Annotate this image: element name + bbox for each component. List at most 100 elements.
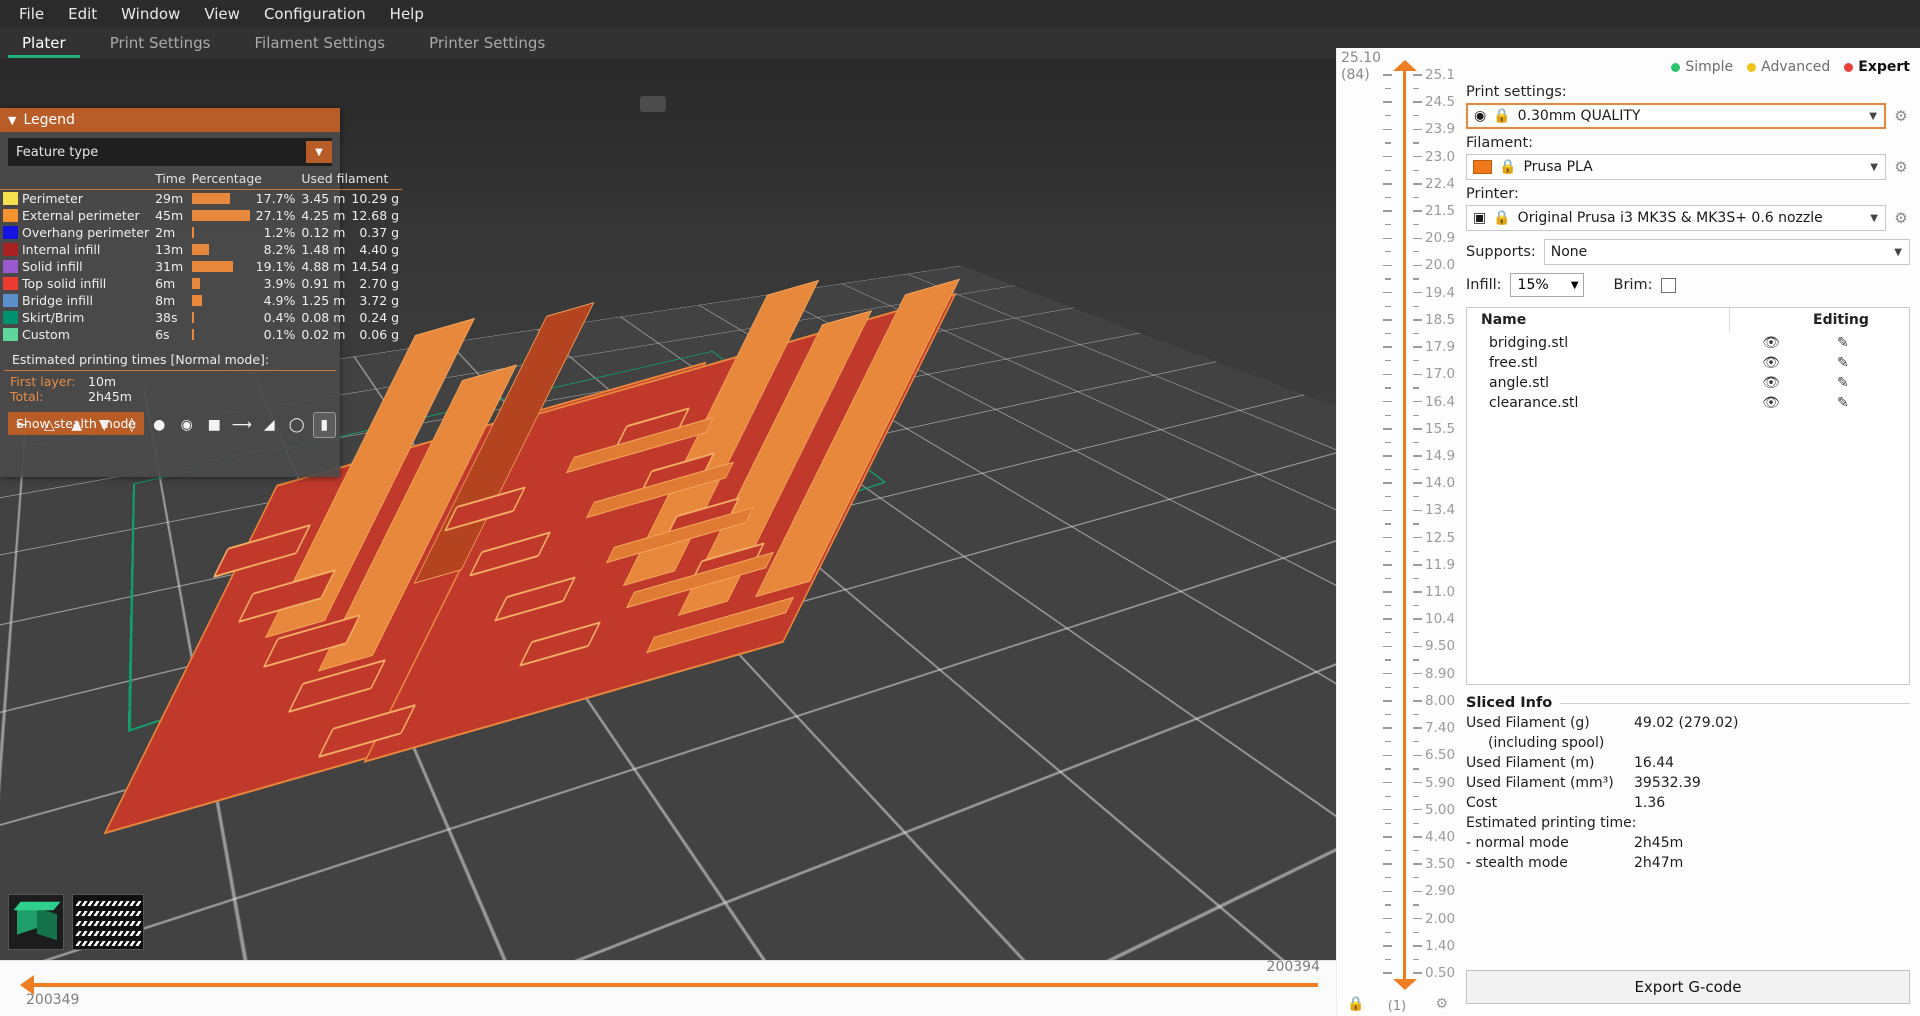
edit-icon[interactable]: ✎ — [1799, 373, 1909, 393]
chevron-down-icon[interactable]: ▼ — [306, 141, 332, 163]
wipe-icon[interactable]: ◢ — [258, 412, 282, 438]
legend-pct-bar — [191, 261, 233, 272]
color-change-icon[interactable]: ◉ — [175, 412, 199, 438]
layer-tick: 17.90 — [1337, 339, 1464, 355]
gear-icon[interactable]: ⚙ — [1435, 996, 1448, 1012]
layer-tick: 8.90 — [1337, 666, 1457, 682]
total-time-value: 2h45m — [88, 389, 132, 404]
move-slider-track[interactable] — [34, 983, 1318, 987]
object-name[interactable]: bridging.stl — [1467, 333, 1729, 354]
chevron-down-icon[interactable]: ▼ — [1894, 247, 1905, 258]
object-name[interactable]: free.stl — [1467, 353, 1729, 373]
legend-pct-bar-cell — [189, 326, 253, 343]
layer-slider-lower-handle[interactable] — [1393, 979, 1417, 990]
legend-pct-bar — [191, 329, 194, 340]
print-settings-combo[interactable]: ◉ 🔒 0.30mm QUALITY ▼ — [1466, 103, 1886, 129]
chevron-down-icon[interactable]: ▼ — [1571, 280, 1579, 291]
mode-simple[interactable]: Simple — [1671, 59, 1733, 75]
filament-combo[interactable]: 🔒 Prusa PLA ▼ — [1466, 154, 1886, 180]
retraction-icon[interactable]: ● — [148, 412, 172, 438]
legend-row: Custom 6s 0.1% 0.02 m 0.06 g — [0, 326, 402, 343]
mode-expert[interactable]: Expert — [1844, 59, 1910, 75]
collapse-caret-icon[interactable]: ▼ — [8, 114, 16, 127]
table-row[interactable]: bridging.stl 👁 ✎ — [1467, 333, 1909, 354]
chevron-down-icon[interactable]: ▼ — [1870, 162, 1881, 173]
legend-filament-mass: 4.40 g — [359, 242, 400, 257]
shell-icon[interactable]: ◊ — [120, 412, 144, 438]
eye-icon[interactable]: 👁 — [1729, 393, 1799, 413]
sliced-info-row: Used Filament (mm³) 39532.39 — [1466, 775, 1910, 791]
chevron-down-icon[interactable]: ▼ — [1870, 213, 1881, 224]
legend-color-swatch — [3, 294, 18, 307]
infill-combo[interactable]: 15% ▼ — [1509, 273, 1584, 297]
eye-icon[interactable]: 👁 — [1729, 373, 1799, 393]
tab-printer-settings[interactable]: Printer Settings — [407, 28, 567, 58]
printer-row: ▣ 🔒 Original Prusa i3 MK3S & MK3S+ 0.6 n… — [1466, 205, 1910, 231]
printer-value: Original Prusa i3 MK3S & MK3S+ 0.6 nozzl… — [1517, 210, 1823, 226]
solid-view-cube[interactable] — [8, 894, 64, 950]
brim-checkbox[interactable] — [1660, 277, 1676, 293]
menu-item-window[interactable]: Window — [110, 1, 191, 27]
eye-icon[interactable]: 👁 — [1729, 353, 1799, 373]
menu-item-view[interactable]: View — [193, 1, 251, 27]
menu-item-configuration[interactable]: Configuration — [253, 1, 377, 27]
legend-toggle-icon[interactable]: ▮ — [312, 412, 336, 438]
table-row[interactable]: clearance.stl 👁 ✎ — [1467, 393, 1909, 413]
object-name[interactable]: clearance.stl — [1467, 393, 1729, 413]
tab-filament-settings[interactable]: Filament Settings — [232, 28, 407, 58]
edit-icon[interactable]: ✎ — [1799, 393, 1909, 413]
legend-col-used-filament: Used filament — [301, 171, 389, 186]
printer-combo[interactable]: ▣ 🔒 Original Prusa i3 MK3S & MK3S+ 0.6 n… — [1466, 205, 1886, 231]
legend-header[interactable]: ▼ Legend — [0, 108, 340, 132]
printer-gear-icon[interactable]: ⚙ — [1892, 209, 1910, 227]
arrow-left-icon[interactable]: ← — [10, 412, 34, 438]
object-name[interactable]: angle.stl — [1467, 373, 1729, 393]
mode-selector[interactable]: Simple Advanced Expert — [1466, 56, 1910, 78]
legend-filament-mass: 12.68 g — [351, 208, 400, 223]
menu-item-edit[interactable]: Edit — [57, 1, 108, 27]
view-type-combo[interactable]: Feature type ▼ — [8, 138, 332, 166]
table-row[interactable]: free.stl 👁 ✎ — [1467, 353, 1909, 373]
mode-advanced[interactable]: Advanced — [1747, 59, 1830, 75]
filament-gear-icon[interactable]: ⚙ — [1892, 158, 1910, 176]
chevron-down-icon[interactable]: ▼ — [1869, 111, 1880, 122]
layer-tick: 23.90 — [1337, 121, 1464, 137]
sliced-info-row: Used Filament (m) 16.44 — [1466, 755, 1910, 771]
shield-icon[interactable]: △ — [38, 412, 62, 438]
edit-icon[interactable]: ✎ — [1799, 333, 1909, 354]
object-list-col-visibility — [1728, 308, 1799, 333]
sphere-icon[interactable]: ◯ — [285, 412, 309, 438]
object-list[interactable]: Name Editing bridging.stl 👁 ✎ free.stl 👁 ✎ ang… — [1466, 307, 1910, 685]
legend-pct-label: 19.1% — [255, 259, 296, 274]
supports-combo[interactable]: None ▼ — [1543, 239, 1910, 265]
view-mode-cubes[interactable] — [8, 894, 144, 950]
sliced-info-key: (including spool) — [1488, 735, 1605, 751]
tab-plater[interactable]: Plater — [0, 28, 88, 58]
legend-color-swatch — [3, 328, 18, 341]
supports-row: Supports: None ▼ — [1466, 239, 1910, 265]
menu-item-help[interactable]: Help — [379, 1, 435, 27]
tab-print-settings[interactable]: Print Settings — [88, 28, 233, 58]
menu-item-file[interactable]: File — [8, 1, 55, 27]
layers-view-cube[interactable] — [72, 894, 144, 950]
tool-change-icon[interactable]: ■ — [203, 412, 227, 438]
eye-icon[interactable]: 👁 — [1729, 333, 1799, 354]
legend-pct-bar-cell — [189, 309, 253, 326]
layer-tick: 14.00 — [1337, 475, 1464, 491]
3d-viewport[interactable]: ▼ Legend Feature type ▼ Time Percentage … — [0, 58, 1336, 960]
layer-tick-label: 5.90 — [1425, 774, 1456, 791]
export-gcode-button[interactable]: Export G-code — [1466, 970, 1910, 1004]
layer-tick: 2.90 — [1337, 883, 1457, 899]
travel-icon[interactable]: ⟶ — [230, 412, 254, 438]
legend-color-swatch — [3, 243, 18, 256]
edit-icon[interactable]: ✎ — [1799, 353, 1909, 373]
layer-tick: 9.50 — [1337, 638, 1457, 654]
table-row[interactable]: angle.stl 👁 ✎ — [1467, 373, 1909, 393]
print-settings-gear-icon[interactable]: ⚙ — [1892, 107, 1910, 125]
legend-pct-label: 1.2% — [263, 225, 296, 240]
down-chevrons-icon[interactable]: ▼ — [93, 412, 117, 438]
preview-toolbar[interactable]: ← △ ▲ ▼ ◊ ● ◉ ■ ⟶ ◢ ◯ ▮ — [4, 408, 336, 442]
layer-slider[interactable]: 25.10 (84) 25.10 24.50 23.90 23.00 22.40 21.5… — [1336, 48, 1464, 1016]
up-chevrons-icon[interactable]: ▲ — [65, 412, 89, 438]
move-slider[interactable]: 200349 200394 — [0, 959, 1336, 1016]
